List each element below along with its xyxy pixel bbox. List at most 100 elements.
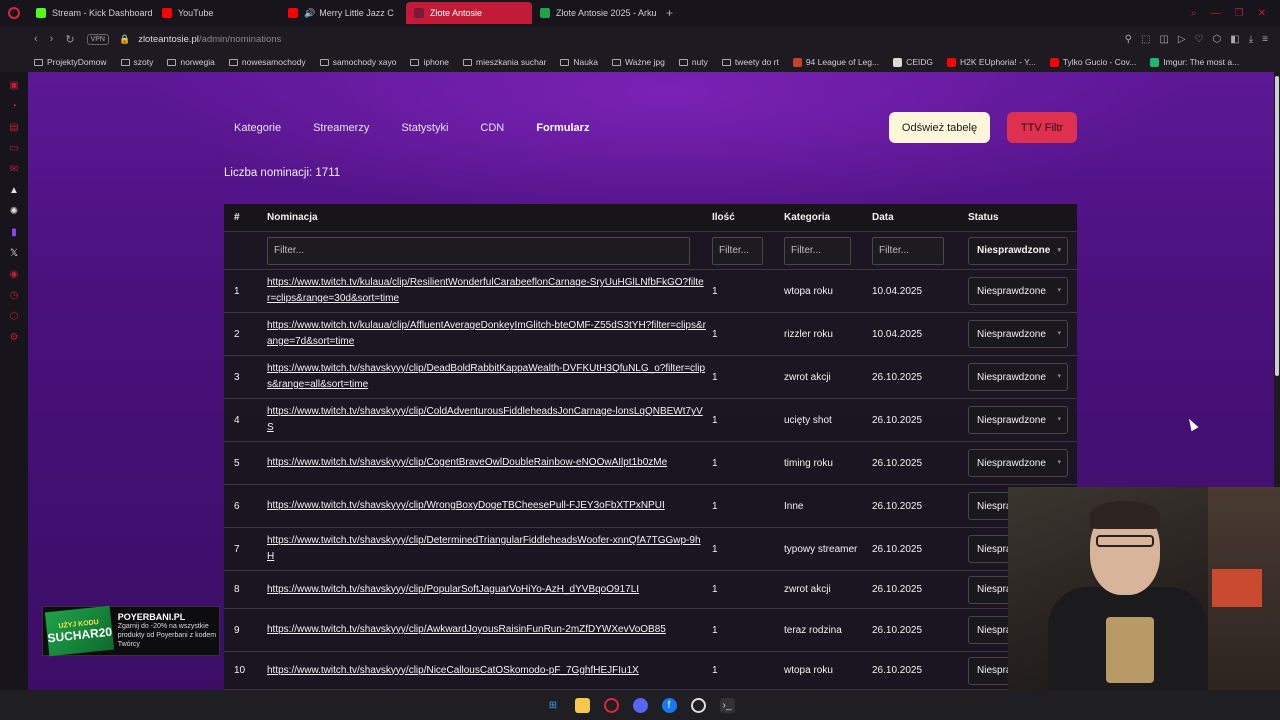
pin-icon[interactable]: ⚲ (1125, 34, 1132, 45)
bookmark-nuty[interactable]: nuty (678, 57, 708, 67)
tab-kick-dashboard[interactable]: Stream - Kick Dashboard (28, 2, 154, 24)
lock-icon[interactable]: 🔒 (119, 34, 130, 45)
status-select[interactable]: Niesprawdzone▾ (968, 277, 1068, 305)
status-filter-select[interactable]: Niesprawdzone ▾ (968, 236, 1068, 265)
status-select[interactable]: Niesprawdzone▾ (968, 320, 1068, 348)
gmail-icon[interactable]: ✉ (9, 164, 20, 175)
bookmark-mieszkania-suchar[interactable]: mieszkania suchar (463, 57, 546, 67)
bookmark-h2k-euphoria[interactable]: H2K EUphoria! - Y... (947, 57, 1036, 67)
tab-merry-little-jazz[interactable]: 🔊 Merry Little Jazz C (280, 2, 406, 24)
status-select[interactable]: Niesprawdzone▾ (968, 449, 1068, 477)
facebook-icon[interactable]: f (661, 697, 677, 713)
url-path[interactable]: /admin/nominations (199, 34, 281, 45)
nomination-filter-input[interactable]: Filter... (267, 236, 690, 265)
bookmark-szoty[interactable]: szoty (120, 57, 153, 67)
menu-icon[interactable]: ≡ (1262, 34, 1268, 45)
close-window-button[interactable]: ✕ (1258, 8, 1266, 19)
speaker-icon[interactable]: 🔊 (304, 8, 315, 19)
maximize-button[interactable]: ❐ (1235, 8, 1244, 19)
ttv-filter-button[interactable]: TTV Filtr (1007, 112, 1077, 143)
opera-logo-icon[interactable] (0, 7, 28, 19)
wallet-icon[interactable]: ▭ (9, 143, 20, 154)
nomination-link[interactable]: https://www.twitch.tv/shavskyyy/clip/Dea… (267, 361, 706, 393)
nomination-link[interactable]: https://www.twitch.tv/kulaua/clip/Resili… (267, 275, 706, 307)
status-select[interactable]: Niesprawdzone▾ (968, 363, 1068, 391)
vpn-badge[interactable]: VPN (86, 33, 109, 45)
bookmark-ceidg[interactable]: CEIDG (893, 57, 933, 67)
x-icon[interactable]: 𝕏 (9, 248, 20, 259)
camera-icon[interactable]: ◫ (1159, 34, 1168, 45)
obs-icon[interactable] (690, 697, 706, 713)
header-nomination[interactable]: Nominacja (264, 212, 706, 223)
status-select[interactable]: Niesprawdzone▾ (968, 406, 1068, 434)
bookmark-tylko-gucio[interactable]: Tylko Gucio - Cov... (1049, 57, 1136, 67)
minimize-button[interactable]: — (1211, 8, 1221, 19)
date-filter-input[interactable]: Filter... (872, 236, 944, 265)
heart-icon[interactable]: ♡ (1195, 34, 1204, 45)
history-icon[interactable]: ◔ (9, 101, 20, 112)
chatgpt-icon[interactable]: ✺ (9, 206, 20, 217)
nomination-link[interactable]: https://www.twitch.tv/shavskyyy/clip/Cog… (267, 455, 706, 471)
bookmark-wazne-jpg[interactable]: Ważne jpg (611, 57, 665, 67)
kick-icon (36, 8, 46, 18)
reload-icon[interactable]: ↻ (65, 33, 74, 46)
nomination-link[interactable]: https://www.twitch.tv/kulaua/clip/Afflue… (267, 318, 706, 350)
nav-formularz[interactable]: Formularz (536, 122, 589, 134)
nav-cdn[interactable]: CDN (480, 122, 504, 134)
nomination-link[interactable]: https://www.twitch.tv/shavskyyy/clip/Pop… (267, 582, 706, 598)
tab-zlote-antosie[interactable]: Złote Antosie (406, 2, 532, 24)
bookmark-iphone[interactable]: iphone (410, 57, 449, 67)
bookmark-imgur[interactable]: Imgur: The most a... (1150, 57, 1239, 67)
bookmark-norwegia[interactable]: norwegia (167, 57, 215, 67)
header-status[interactable]: Status (962, 212, 1077, 223)
folder-icon (120, 58, 130, 66)
folder-icon (319, 58, 329, 66)
bookmark-samochody-xayo[interactable]: samochody xayo (319, 57, 396, 67)
speed-dial-icon[interactable]: ▣ (9, 80, 20, 91)
player-icon[interactable]: ◉ (9, 269, 20, 280)
clock-icon[interactable]: ◷ (9, 290, 20, 301)
scrollbar-thumb[interactable] (1275, 76, 1279, 376)
play-icon[interactable]: ▷ (1178, 34, 1186, 45)
twitch-icon[interactable]: ▮ (9, 227, 20, 238)
screenshot-icon[interactable]: ⬚ (1141, 34, 1150, 45)
bookmark-nowesamochody[interactable]: nowesamochody (228, 57, 306, 67)
nomination-link[interactable]: https://www.twitch.tv/shavskyyy/clip/Col… (267, 404, 706, 436)
url-host[interactable]: zloteantosie.pl (138, 34, 199, 45)
wallet-icon[interactable]: ◧ (1230, 34, 1239, 45)
nav-statystyki[interactable]: Statystyki (401, 122, 448, 134)
terminal-icon[interactable]: ›_ (719, 697, 735, 713)
header-category[interactable]: Kategoria (780, 212, 868, 223)
nomination-link[interactable]: https://www.twitch.tv/shavskyyy/clip/Det… (267, 533, 706, 565)
tab-youtube[interactable]: YouTube (154, 2, 280, 24)
nav-kategorie[interactable]: Kategorie (234, 122, 281, 134)
bookmark-league-of-legends[interactable]: 94 League of Leg... (792, 57, 879, 67)
forward-icon[interactable]: › (50, 33, 54, 46)
search-tabs-icon[interactable]: ⌕ (1191, 8, 1197, 19)
cube-icon[interactable]: ⬡ (9, 311, 20, 322)
tab-zlote-antosie-2025-sheet[interactable]: Złote Antosie 2025 - Arku (532, 2, 658, 24)
bookmark-nauka[interactable]: Nauka (560, 57, 598, 67)
settings-icon[interactable]: ⚙ (9, 332, 20, 343)
opera-icon[interactable] (603, 697, 619, 713)
nomination-link[interactable]: https://www.twitch.tv/shavskyyy/clip/Awk… (267, 622, 706, 638)
nomination-link[interactable]: https://www.twitch.tv/shavskyyy/clip/Wro… (267, 498, 706, 514)
new-tab-button[interactable]: + (658, 6, 681, 20)
refresh-table-button[interactable]: Odśwież tabelę (889, 112, 990, 143)
count-filter-input[interactable]: Filter... (712, 236, 763, 265)
header-date[interactable]: Data (868, 212, 962, 223)
category-filter-input[interactable]: Filter... (784, 236, 851, 265)
nomination-link[interactable]: https://www.twitch.tv/shavskyyy/clip/Nic… (267, 663, 706, 679)
back-icon[interactable]: ‹ (34, 33, 38, 46)
header-count[interactable]: Ilość (706, 212, 780, 223)
extensions-icon[interactable]: ⬡ (1213, 34, 1222, 45)
nav-streamerzy[interactable]: Streamerzy (313, 122, 369, 134)
download-icon[interactable]: ⤓ (1249, 34, 1253, 45)
aria-icon[interactable]: ▲ (9, 185, 20, 196)
bookmark-projektydomow[interactable]: ProjektyDomow (34, 57, 107, 67)
bookmark-tweety-do-rt[interactable]: tweety do rt (721, 57, 779, 67)
windows-start-icon[interactable]: ⊞ (546, 698, 561, 713)
discord-icon[interactable] (632, 697, 648, 713)
briefcase-icon[interactable]: ▤ (9, 122, 20, 133)
file-explorer-icon[interactable] (574, 697, 590, 713)
